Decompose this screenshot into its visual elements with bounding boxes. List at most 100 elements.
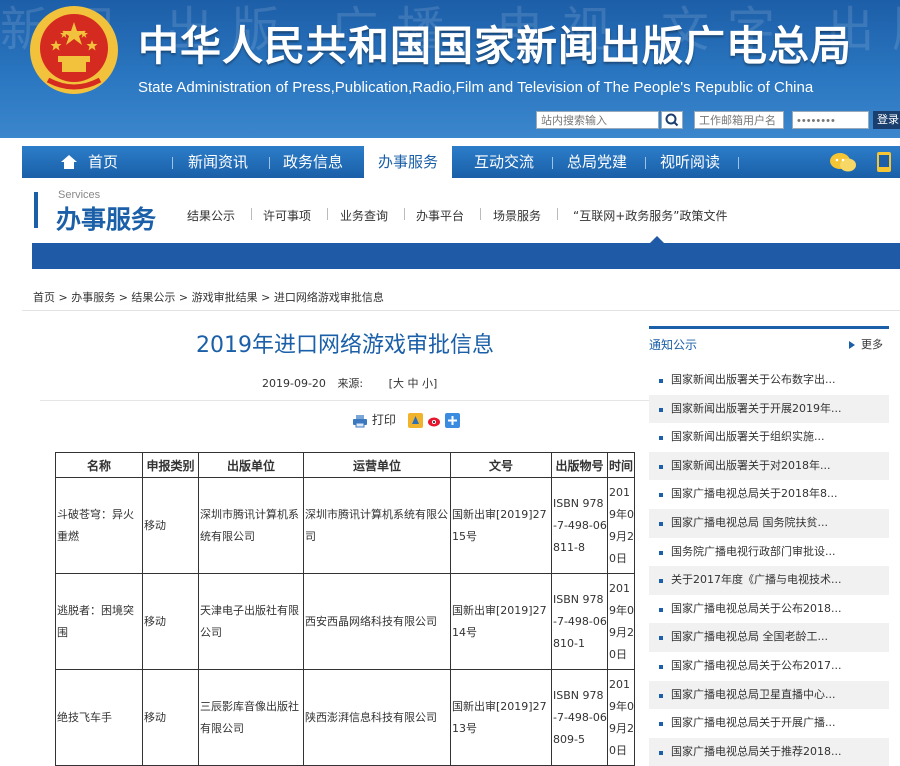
notice-item[interactable]: 国家广播电视总局关于推荐2018... [649,737,889,766]
col-header-category: 申报类别 [142,452,199,478]
cell-doc-number: 国新出审[2019]2714号 [450,573,552,670]
nav-item-home[interactable]: 首页 [88,146,118,178]
font-size-controls[interactable]: [大 中 小] [389,377,438,390]
subnav-divider [480,208,481,220]
nav-divider [552,157,553,169]
nav-item-audiovisual[interactable]: 视听阅读 [660,146,720,178]
login-button[interactable]: 登录 [873,111,900,129]
share-weibo-icon[interactable] [426,413,442,428]
notice-item[interactable]: 国务院广播电视行政部门审批设... [649,538,889,567]
col-header-isbn: 出版物号 [551,452,608,478]
home-icon [61,155,77,169]
site-title: 中华人民共和国国家新闻出版广电总局 [138,22,852,70]
meta-divider [40,400,650,401]
subnav-business-query[interactable]: 业务查询 [340,207,388,224]
print-label[interactable]: 打印 [372,413,396,427]
cell-isbn: ISBN 978-7-498-06811-8 [551,477,608,574]
share-qzone-icon[interactable] [407,413,423,428]
services-strip [32,243,900,269]
subnav-internet-plus-policy[interactable]: “互联网+政务服务”政策文件 [573,207,728,224]
col-header-operator: 运营单位 [303,452,451,478]
cell-time: 2019年09月20日 [607,573,635,670]
notice-more-link[interactable]: 更多 [849,336,883,352]
notice-item[interactable]: 国家广播电视总局关于公布2017... [649,652,889,681]
subnav-service-platform[interactable]: 办事平台 [416,207,464,224]
notice-item[interactable]: 国家广播电视总局卫星直播中心... [649,680,889,710]
cell-doc-number: 国新出审[2019]2713号 [450,669,552,766]
cell-operator: 陕西澎湃信息科技有限公司 [303,669,451,766]
breadcrumb[interactable]: 首页 > 办事服务 > 结果公示 > 游戏审批结果 > 进口网络游戏审批信息 [33,289,384,305]
article-title: 2019年进口网络游戏审批信息 [196,333,494,358]
services-accent-bar [34,192,38,228]
nav-item-interaction[interactable]: 互动交流 [474,146,534,178]
col-header-doc-number: 文号 [450,452,552,478]
notice-item[interactable]: 国家广播电视总局 国务院扶贫... [649,508,889,538]
password-input[interactable]: •••••••• [792,111,869,129]
cell-time: 2019年09月20日 [607,669,635,766]
site-subtitle: State Administration of Press,Publicatio… [138,79,814,96]
col-header-time: 时间 [607,452,635,478]
approval-table: 名称 申报类别 出版单位 运营单位 文号 出版物号 时间 斗破苍穹：异火重燃 移… [55,452,635,766]
cell-publisher: 天津电子出版社有限公司 [198,573,304,670]
table-header-row: 名称 申报类别 出版单位 运营单位 文号 出版物号 时间 [55,452,635,478]
subnav-scenario-services[interactable]: 场景服务 [493,207,541,224]
nav-item-news[interactable]: 新闻资讯 [188,146,248,178]
more-arrow-icon [849,341,855,349]
wechat-icon[interactable] [828,151,858,173]
notice-list: 国家新闻出版署关于公布数字出... 国家新闻出版署关于开展2019年... 国家… [649,366,889,766]
notice-item[interactable]: 国家新闻出版署关于公布数字出... [649,366,889,395]
cell-time: 2019年09月20日 [607,477,635,574]
cell-category: 移动 [142,477,199,574]
email-username-input[interactable]: 工作邮箱用户名 [694,111,784,129]
notice-item[interactable]: 关于2017年度《广播与电视技术... [649,566,889,595]
search-button[interactable] [661,111,683,129]
notice-item[interactable]: 国家新闻出版署关于对2018年... [649,451,889,481]
subnav-licensing[interactable]: 许可事项 [263,207,311,224]
cell-operator: 深圳市腾讯计算机系统有限公司 [303,477,451,574]
cell-category: 移动 [142,573,199,670]
notice-heading[interactable]: 通知公示 [649,336,697,353]
subnav-results[interactable]: 结果公示 [187,207,235,224]
services-title: 办事服务 [56,205,157,234]
cell-name: 绝技飞车手 [55,669,143,766]
notice-item[interactable]: 国家新闻出版署关于组织实施... [649,423,889,452]
cell-isbn: ISBN 978-7-498-06809-5 [551,669,608,766]
nav-divider [738,157,739,169]
cell-publisher: 深圳市腾讯计算机系统有限公司 [198,477,304,574]
nav-divider [172,157,173,169]
subnav-divider [251,208,252,220]
more-label[interactable]: 更多 [861,338,883,351]
article-source-label: 来源: [337,377,364,390]
nav-item-government-info[interactable]: 政务信息 [283,146,343,178]
notice-item[interactable]: 国家新闻出版署关于开展2019年... [649,394,889,424]
cell-publisher: 三辰影库音像出版社有限公司 [198,669,304,766]
site-search-input[interactable]: 站内搜索输入 [536,111,659,129]
nav-item-services[interactable]: 办事服务 [364,146,453,178]
search-icon [665,113,679,127]
nav-item-party-building[interactable]: 总局党建 [567,146,627,178]
main-nav: 首页 新闻资讯 政务信息 办事服务 互动交流 总局党建 视听阅读 [22,146,900,178]
notice-item[interactable]: 国家广播电视总局关于开展广播... [649,709,889,738]
article-meta: 2019-09-20 来源: [大 中 小] [262,375,437,391]
col-header-name: 名称 [55,452,143,478]
print-icon[interactable] [352,414,368,428]
article-date: 2019-09-20 [262,377,326,390]
cell-name: 逃脱者：困境突围 [55,573,143,670]
header-banner: 新闻 出版 广播 电视 文字 出版 中华人民共和国国家新闻出版广电总局 Stat… [0,0,900,138]
mobile-icon[interactable] [876,151,892,173]
notice-item[interactable]: 国家广播电视总局关于2018年8... [649,480,889,509]
share-more-icon[interactable] [445,413,461,428]
article-tools: 打印 [352,411,461,431]
subnav-divider [404,208,405,220]
notice-item[interactable]: 国家广播电视总局 全国老龄工... [649,623,889,652]
cell-name: 斗破苍穹：异火重燃 [55,477,143,574]
subnav-divider [557,208,558,220]
breadcrumb-divider [22,310,900,311]
notice-item[interactable]: 国家广播电视总局关于公布2018... [649,595,889,624]
notice-panel-top-border [649,326,889,329]
cell-isbn: ISBN 978-7-498-06810-1 [551,573,608,670]
services-section: Services 办事服务 结果公示 许可事项 业务查询 办事平台 场景服务 “… [22,178,900,244]
table-row: 绝技飞车手 移动 三辰影库音像出版社有限公司 陕西澎湃信息科技有限公司 国新出审… [55,669,635,766]
national-emblem-icon [30,6,118,94]
nav-divider [645,157,646,169]
